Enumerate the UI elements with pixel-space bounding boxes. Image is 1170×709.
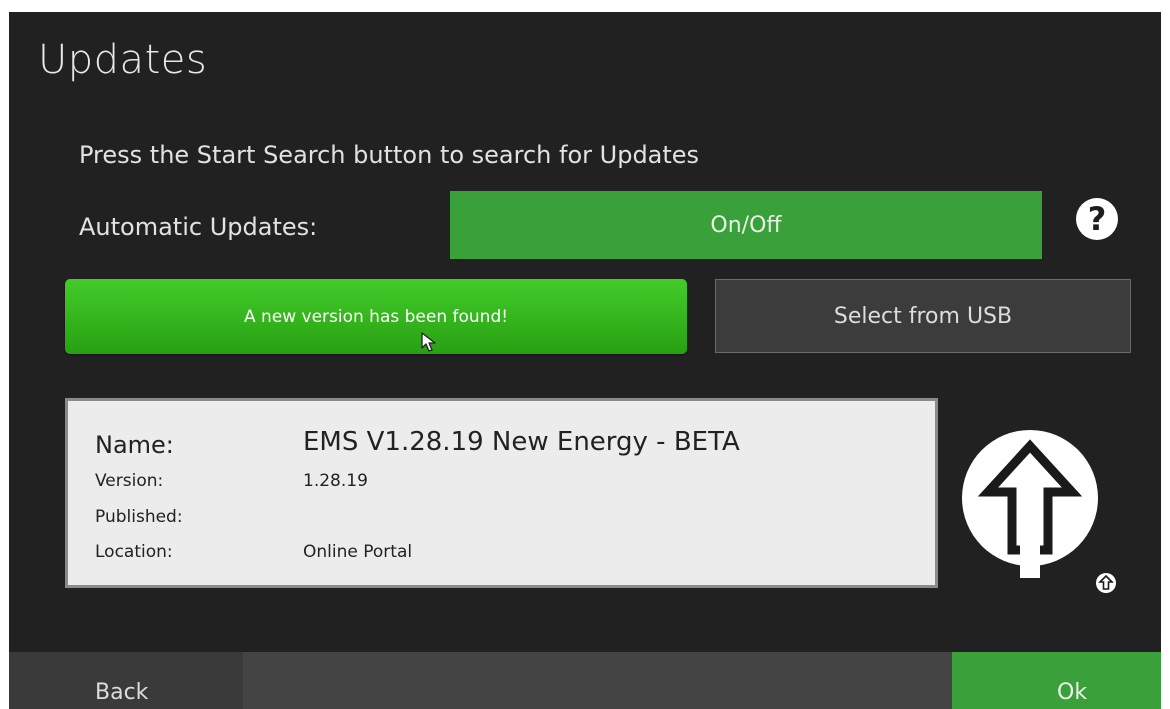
back-button[interactable]: Back (9, 652, 243, 709)
name-value: EMS V1.28.19 New Energy - BETA (303, 427, 740, 457)
version-value: 1.28.19 (303, 471, 368, 491)
update-info-panel: Name: EMS V1.28.19 New Energy - BETA Ver… (65, 398, 938, 588)
small-upload-arrow-icon (1096, 573, 1116, 593)
question-icon: ? (1087, 200, 1107, 238)
automatic-updates-label: Automatic Updates: (79, 213, 318, 241)
location-value: Online Portal (303, 542, 413, 562)
select-from-usb-button[interactable]: Select from USB (715, 279, 1131, 353)
version-label: Version: (95, 471, 164, 491)
help-button[interactable]: ? (1076, 198, 1118, 240)
mouse-cursor-icon (421, 332, 436, 352)
updates-screen: Updates Press the Start Search button to… (9, 12, 1161, 709)
location-label: Location: (95, 542, 173, 562)
instruction-text: Press the Start Search button to search … (79, 141, 700, 169)
published-label: Published: (95, 507, 183, 527)
upload-arrow-icon[interactable] (960, 418, 1100, 578)
ok-button[interactable]: Ok (952, 652, 1161, 709)
page-title: Updates (38, 37, 208, 83)
name-label: Name: (95, 431, 174, 459)
automatic-updates-toggle[interactable]: On/Off (450, 191, 1042, 259)
new-version-found-button[interactable]: A new version has been found! (65, 279, 687, 354)
